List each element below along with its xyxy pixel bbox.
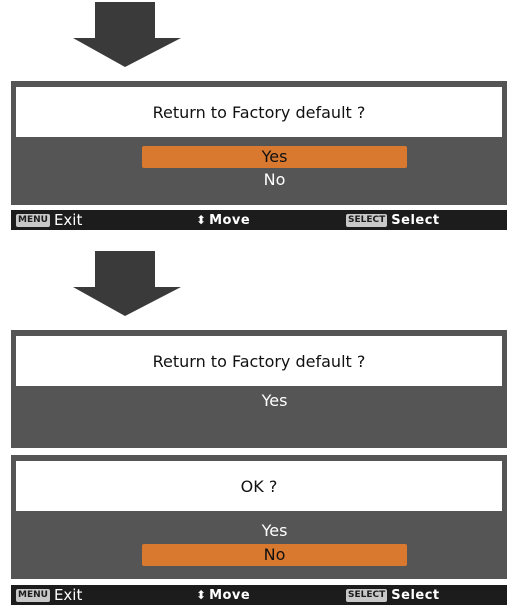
dialog-title: Return to Factory default ? bbox=[152, 351, 366, 371]
up-down-arrow-icon: ⬍ bbox=[196, 213, 207, 227]
dialog-title-box: Return to Factory default ? bbox=[16, 87, 502, 137]
select-label: Select bbox=[391, 212, 440, 228]
select-key-icon: SELECT bbox=[346, 588, 388, 602]
up-down-arrow-icon: ⬍ bbox=[196, 588, 207, 602]
dialog-title: OK ? bbox=[240, 476, 278, 496]
exit-label: Exit bbox=[53, 586, 83, 604]
dialog-title-box: OK ? bbox=[16, 461, 502, 511]
select-hint[interactable]: SELECT Select bbox=[346, 585, 440, 605]
select-key-icon: SELECT bbox=[346, 213, 388, 227]
option-yes[interactable]: Yes bbox=[142, 146, 407, 168]
menu-key-icon: MENU bbox=[16, 588, 50, 602]
exit-hint[interactable]: MENU Exit bbox=[16, 210, 82, 230]
option-yes[interactable]: Yes bbox=[142, 520, 407, 542]
move-hint: ⬍ Move bbox=[196, 585, 250, 605]
ok-dialog: OK ? Yes No bbox=[11, 455, 507, 579]
option-no[interactable]: No bbox=[142, 169, 407, 191]
dialog-title-box: Return to Factory default ? bbox=[16, 336, 502, 386]
option-no[interactable]: No bbox=[142, 544, 407, 566]
factory-default-dialog: Return to Factory default ? Yes No bbox=[11, 81, 507, 205]
select-label: Select bbox=[391, 587, 440, 603]
dialog-title: Return to Factory default ? bbox=[152, 102, 366, 122]
select-hint[interactable]: SELECT Select bbox=[346, 210, 440, 230]
exit-hint[interactable]: MENU Exit bbox=[16, 585, 82, 605]
selected-value-yes: Yes bbox=[261, 391, 288, 410]
move-label: Move bbox=[209, 587, 251, 603]
hint-bar: MENU Exit ⬍ Move SELECT Select bbox=[11, 585, 507, 605]
exit-label: Exit bbox=[53, 211, 83, 229]
factory-default-confirm-dialog: Return to Factory default ? Yes bbox=[11, 330, 507, 448]
hint-bar: MENU Exit ⬍ Move SELECT Select bbox=[11, 210, 507, 230]
move-hint: ⬍ Move bbox=[196, 210, 250, 230]
down-arrow-icon bbox=[73, 251, 181, 316]
move-label: Move bbox=[209, 212, 251, 228]
down-arrow-icon bbox=[73, 2, 181, 67]
menu-key-icon: MENU bbox=[16, 213, 50, 227]
